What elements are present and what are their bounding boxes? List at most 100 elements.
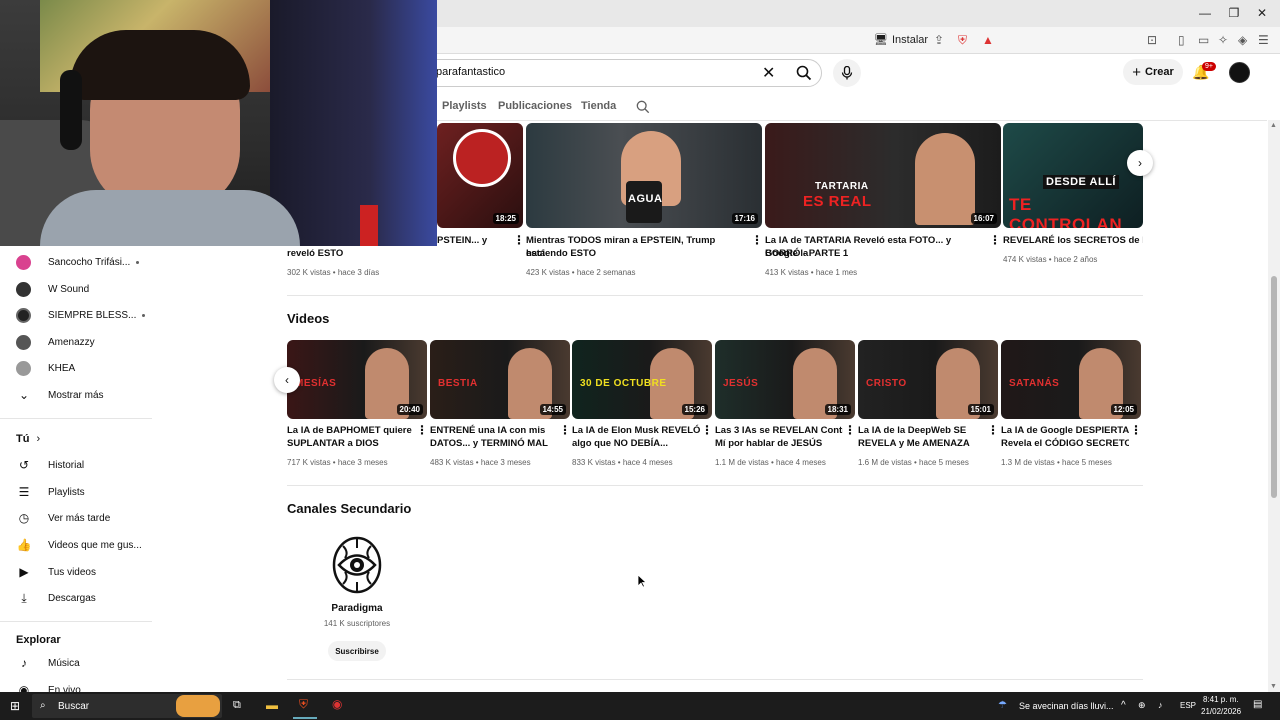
tab-search-icon[interactable]: ⊡ <box>1147 33 1157 47</box>
carousel-prev-button[interactable]: ‹ <box>274 367 300 393</box>
weather-text[interactable]: Se avecinan días lluvi... <box>1019 701 1114 711</box>
menu-icon[interactable]: ☰ <box>1258 33 1269 47</box>
scroll-up-icon[interactable]: ▲ <box>1270 122 1277 129</box>
more-options-icon[interactable]: ⋮ <box>987 423 999 437</box>
notification-center-icon[interactable]: ▤ <box>1253 699 1262 710</box>
sidebar-item-liked[interactable]: 👍 Videos que me gus... <box>16 534 156 556</box>
shelf-title-videos[interactable]: Videos <box>287 311 329 326</box>
sidebar-sub-khea[interactable]: KHEA <box>16 357 156 379</box>
video-title[interactable]: Revela el CÓDIGO SECRETO <box>1001 437 1129 450</box>
video-title[interactable]: La IA de la DeepWeb SE <box>858 424 986 437</box>
video-title[interactable]: reveló ESTO <box>287 247 427 260</box>
file-explorer-icon[interactable]: ▬ <box>266 698 278 712</box>
video-meta: 423 K vistas • hace 2 semanas <box>526 268 636 277</box>
thumbnail-caption: MESÍAS <box>295 378 337 389</box>
search-button[interactable] <box>785 59 822 87</box>
restore-icon[interactable]: ❐ <box>1227 6 1241 20</box>
more-options-icon[interactable]: ⋮ <box>559 423 571 437</box>
sidebar-item-playlists[interactable]: ☰ Playlists <box>16 481 156 503</box>
channel-avatar-paradigma[interactable] <box>331 536 383 594</box>
tab-tienda[interactable]: Tienda <box>581 100 616 112</box>
video-title[interactable]: DATOS... y TERMINÓ MAL <box>430 437 558 450</box>
video-meta: 833 K vistas • hace 4 meses <box>572 458 673 467</box>
more-options-icon[interactable]: ⋮ <box>1130 423 1142 437</box>
video-title[interactable]: ENTRENÉ una IA con mis <box>430 424 558 437</box>
video-thumbnail[interactable]: CRISTO 15:01 <box>858 340 998 419</box>
video-thumbnail[interactable]: JESÚS 18:31 <box>715 340 855 419</box>
tray-chevron-icon[interactable]: ^ <box>1121 700 1126 711</box>
sidebar-item-music[interactable]: ♪ Música <box>16 652 156 674</box>
wallet-icon[interactable]: ▭ <box>1198 33 1209 47</box>
tray-volume-icon[interactable]: ♪ <box>1158 700 1163 710</box>
more-options-icon[interactable]: ⋮ <box>751 233 763 247</box>
brave-rewards-icon[interactable]: ▲ <box>982 33 994 47</box>
video-thumbnail[interactable]: BESTIA 14:55 <box>430 340 570 419</box>
voice-search-button[interactable] <box>833 59 861 87</box>
tray-time[interactable]: 8:41 p. m. <box>1203 695 1239 704</box>
sidebar-sub-amenazzy[interactable]: Amenazzy <box>16 331 156 353</box>
sidebar-item-watch-later[interactable]: ◷ Ver más tarde <box>16 507 156 529</box>
sidebar-you-header[interactable]: Tú › <box>16 433 40 445</box>
video-title[interactable]: PSTEIN... y <box>437 234 517 247</box>
video-title[interactable]: REVELA y Me AMENAZA <box>858 437 986 450</box>
sidebar-sub-siempre-bless[interactable]: SIEMPRE BLESS... <box>16 304 156 326</box>
sidebar-item-historial[interactable]: ↺ Historial <box>16 454 156 476</box>
brave-shield-icon[interactable]: ⛨ <box>958 33 967 48</box>
shelf-title-secondary-channels[interactable]: Canales Secundario <box>287 501 411 516</box>
subscribe-button[interactable]: Suscribirse <box>328 641 386 661</box>
sidebar-toggle-icon[interactable]: ▯ <box>1178 33 1185 47</box>
video-title[interactable]: Mí por hablar de JESÚS <box>715 437 843 450</box>
clear-search-icon[interactable]: ✕ <box>762 63 775 83</box>
video-title[interactable]: algo que NO DEBÍA... <box>572 437 700 450</box>
create-button[interactable]: + Crear <box>1123 59 1183 85</box>
tray-language[interactable]: ESP <box>1180 701 1196 710</box>
sidebar-item-downloads[interactable]: ⤓ Descargas <box>16 587 156 609</box>
video-title[interactable]: BORRÓ - PARTE 1 <box>765 247 985 260</box>
more-options-icon[interactable]: ⋮ <box>701 423 713 437</box>
vpn-icon[interactable]: ◈ <box>1238 33 1247 47</box>
sidebar-item-your-videos[interactable]: ▶ Tus videos <box>16 561 156 583</box>
video-duration: 15:01 <box>967 404 994 415</box>
video-thumbnail[interactable]: DESDE ALLÍ TE CONTROLAN <box>1003 123 1143 228</box>
video-thumbnail[interactable]: SATANÁS 12:05 <box>1001 340 1141 419</box>
video-thumbnail[interactable]: MESÍAS 20:40 <box>287 340 427 419</box>
video-title[interactable]: La IA de Google DESPIERTA y <box>1001 424 1129 437</box>
channel-name[interactable]: Paradigma <box>287 603 427 614</box>
video-thumbnail[interactable]: 30 DE OCTUBRE 15:26 <box>572 340 712 419</box>
tab-playlists[interactable]: Playlists <box>442 100 487 112</box>
video-title[interactable]: haciendo ESTO <box>526 247 736 260</box>
video-thumbnail[interactable]: TARTARIA ES REAL 16:07 <box>765 123 1001 228</box>
close-window-icon[interactable]: ✕ <box>1255 6 1269 20</box>
task-view-icon[interactable]: ⧉ <box>233 699 241 712</box>
video-title[interactable]: Las 3 IAs se REVELAN Contra <box>715 424 843 437</box>
share-icon[interactable]: ⇪ <box>934 33 944 47</box>
video-thumbnail[interactable]: AGUA 17:16 <box>526 123 762 228</box>
tray-date[interactable]: 21/02/2026 <box>1201 707 1241 716</box>
carousel-next-button[interactable]: › <box>1127 150 1153 176</box>
brave-browser-icon[interactable]: ⛨ <box>299 697 308 712</box>
video-title[interactable]: La IA de Elon Musk REVELÓ <box>572 424 700 437</box>
install-app-button[interactable]: 🖥 Instalar <box>874 33 928 47</box>
more-options-icon[interactable]: ⋮ <box>989 233 1001 247</box>
video-title[interactable]: REVELARÉ los SECRETOS de la LUNA <box>1003 234 1143 247</box>
more-options-icon[interactable]: ⋮ <box>844 423 856 437</box>
tab-publicaciones[interactable]: Publicaciones <box>498 100 572 112</box>
scroll-down-icon[interactable]: ▼ <box>1270 683 1277 690</box>
video-thumbnail[interactable]: 18:25 <box>437 123 523 228</box>
leo-ai-icon[interactable]: ✧ <box>1218 33 1228 47</box>
tray-network-icon[interactable]: ⊕ <box>1138 700 1146 711</box>
minimize-icon[interactable]: — <box>1198 6 1212 20</box>
history-icon: ↺ <box>18 458 30 472</box>
video-title[interactable]: SUPLANTAR a DIOS <box>287 437 415 450</box>
scrollbar-thumb[interactable] <box>1271 276 1277 498</box>
account-avatar[interactable] <box>1229 62 1250 83</box>
sidebar-sub-wsound[interactable]: W Sound <box>16 278 156 300</box>
sidebar-sub-sancocho[interactable]: Sancocho Trifási... <box>16 251 156 273</box>
obs-icon[interactable]: ◉ <box>332 697 342 711</box>
more-options-icon[interactable]: ⋮ <box>416 423 428 437</box>
channel-search-icon[interactable] <box>636 100 650 114</box>
more-options-icon[interactable]: ⋮ <box>513 233 525 247</box>
video-title[interactable]: La IA de BAPHOMET quiere <box>287 424 415 437</box>
windows-start-icon[interactable]: ⊞ <box>10 699 20 713</box>
sidebar-show-more[interactable]: ⌄ Mostrar más <box>16 384 156 406</box>
